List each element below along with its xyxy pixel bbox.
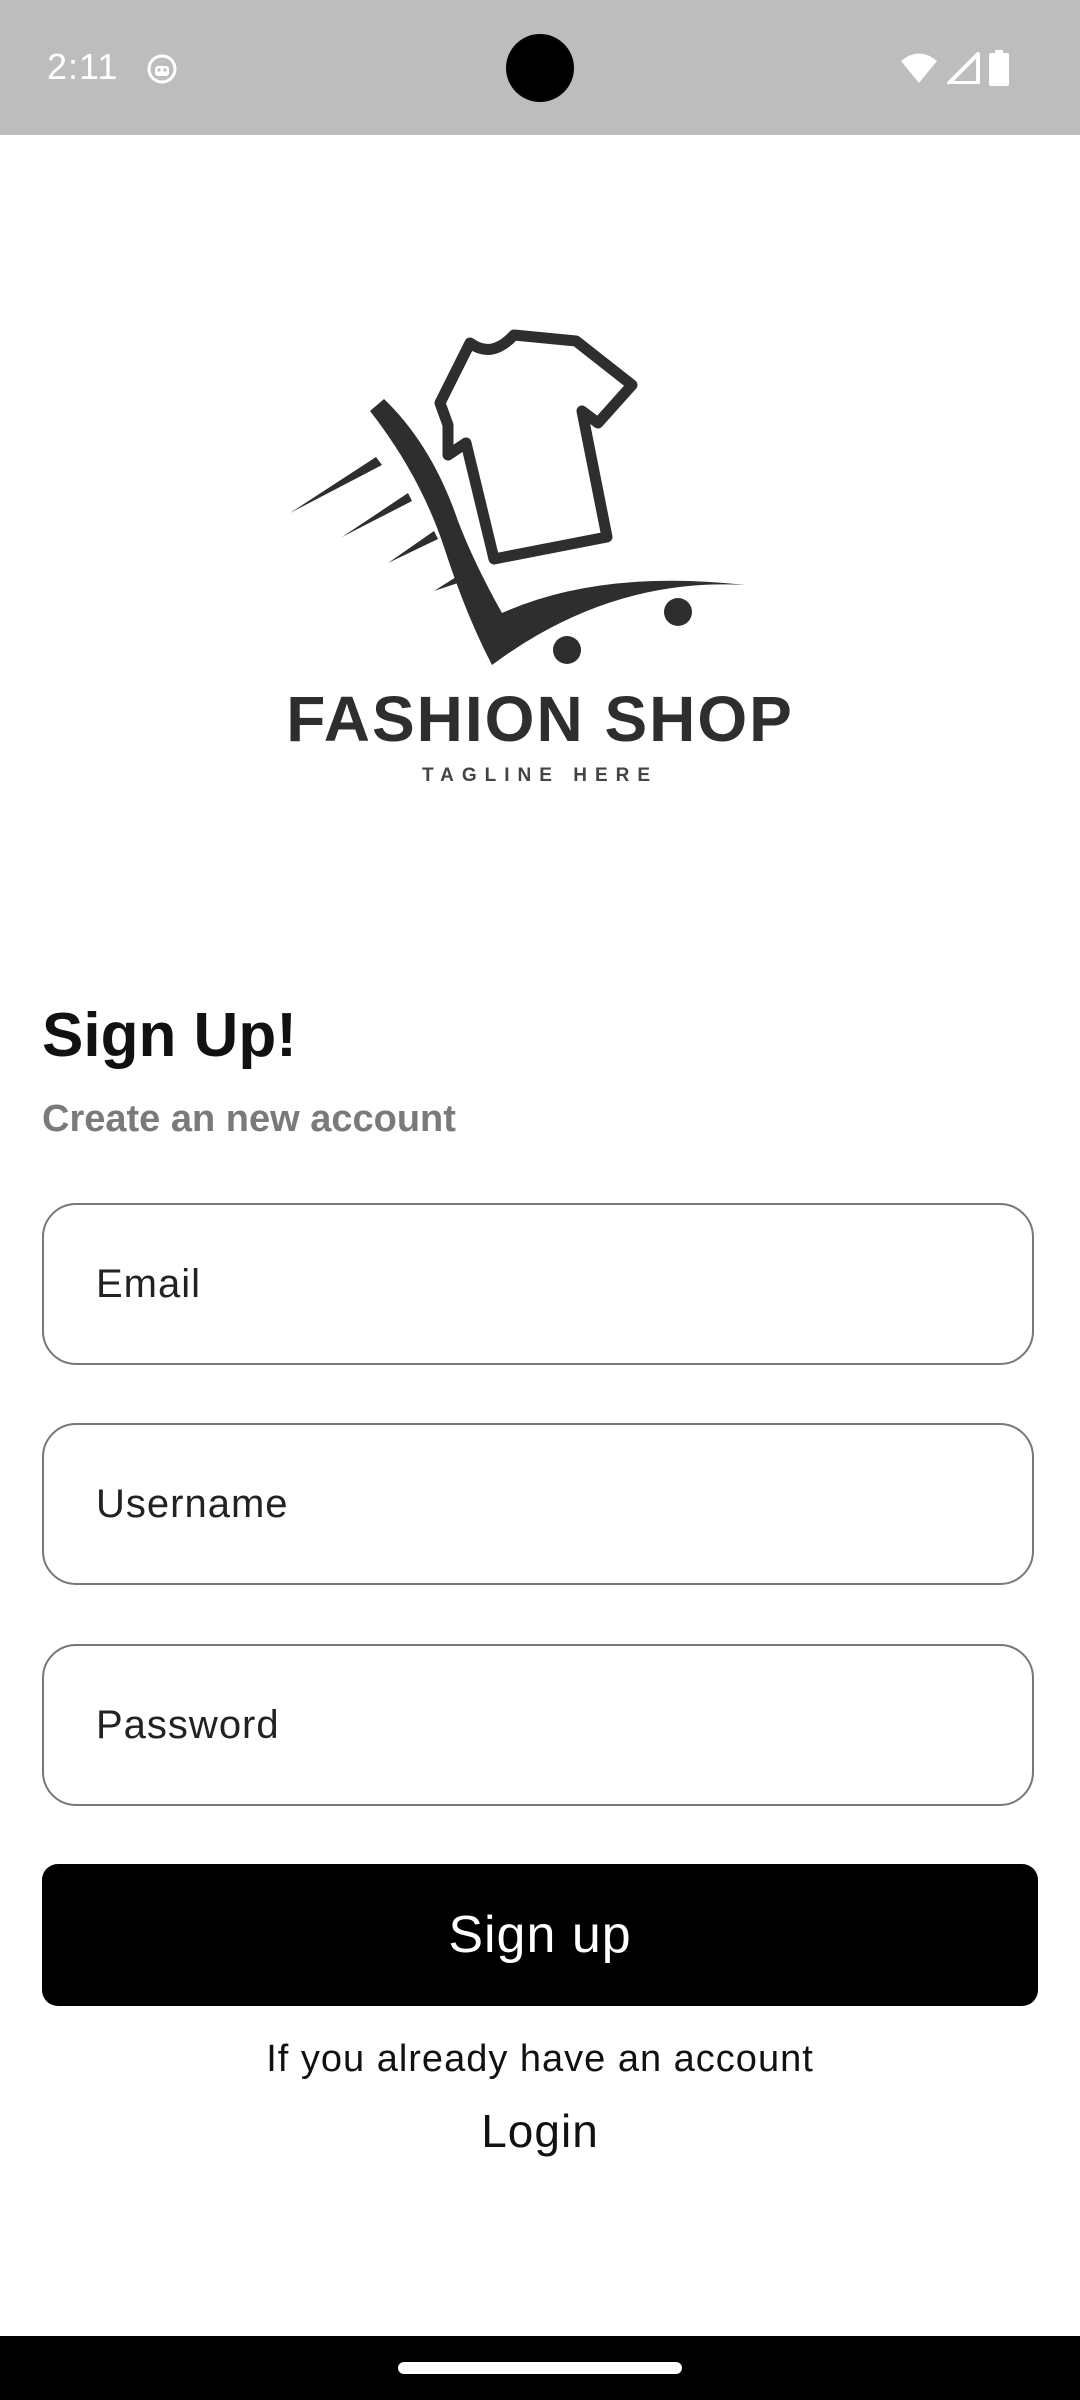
battery-icon (989, 50, 1009, 86)
status-bar: 2:11 (0, 0, 1080, 135)
login-hint: If you already have an account (266, 2038, 814, 2080)
app-notification-icon (147, 54, 177, 84)
brand-name: FASHION SHOP (286, 683, 794, 755)
email-input[interactable] (44, 1205, 1032, 1363)
wifi-icon (901, 53, 937, 83)
brand-tagline: TAGLINE HERE (421, 765, 659, 786)
password-input[interactable] (44, 1646, 1032, 1804)
signup-button[interactable]: Sign up (42, 1864, 1038, 2006)
username-field[interactable] (42, 1423, 1034, 1585)
password-field[interactable] (42, 1644, 1034, 1806)
login-link[interactable]: Login (430, 2104, 650, 2158)
username-input[interactable] (44, 1425, 1032, 1583)
email-field[interactable] (42, 1203, 1034, 1365)
home-indicator[interactable] (398, 2362, 682, 2374)
page-title: Sign Up! (42, 1001, 297, 1070)
camera-cutout (506, 34, 574, 102)
cellular-signal-icon (947, 52, 980, 84)
status-time: 2:11 (47, 46, 119, 87)
status-icons (900, 48, 1010, 88)
page-subtitle: Create an new account (42, 1098, 456, 1140)
